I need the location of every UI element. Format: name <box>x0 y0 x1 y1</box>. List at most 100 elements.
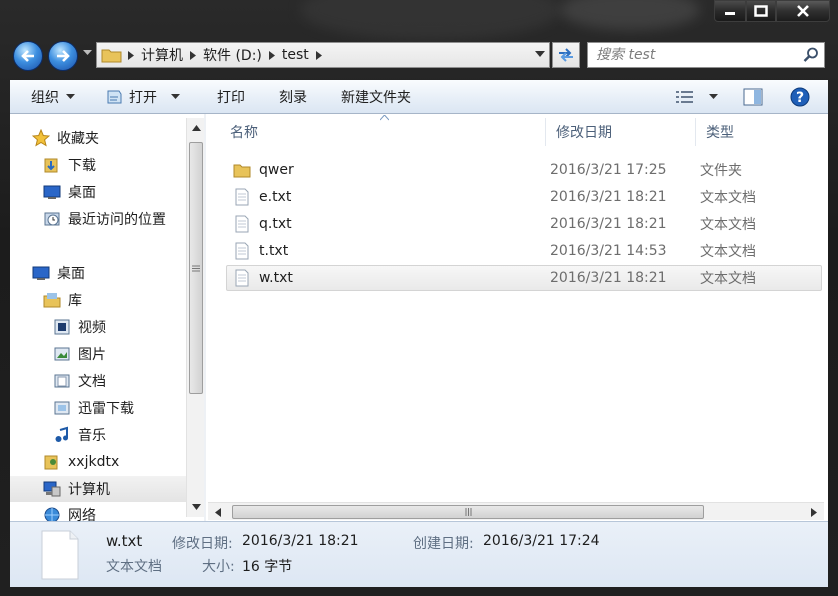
nav-thunder-downloads[interactable]: 迅雷下载 <box>53 395 134 421</box>
scroll-right-button[interactable] <box>806 504 822 520</box>
recent-places-icon <box>44 212 60 226</box>
user-folder-icon <box>44 455 58 470</box>
chevron-down-icon <box>709 93 718 99</box>
minimize-button[interactable] <box>714 0 746 22</box>
scroll-thumb[interactable] <box>232 505 704 519</box>
chevron-up-icon <box>191 125 201 131</box>
modified-date-label: 修改日期: <box>172 536 233 552</box>
history-dropdown-icon[interactable] <box>83 50 92 56</box>
nav-desktop[interactable]: 桌面 <box>32 260 85 286</box>
file-list-horizontal-scrollbar[interactable] <box>208 502 824 520</box>
file-row-q-txt[interactable]: q.txt 2016/3/21 18:21 文本文档 <box>226 211 822 237</box>
desktop-icon <box>43 185 61 199</box>
nav-computer[interactable]: 计算机 <box>10 476 186 502</box>
burn-button[interactable]: 刻录 <box>279 80 307 113</box>
desktop-icon <box>32 266 50 280</box>
chevron-right-icon <box>128 50 134 60</box>
search-input[interactable] <box>596 47 796 63</box>
file-list: 名称 修改日期 类型 qwer 2016/3/21 17:25 文件夹 e.tx… <box>206 114 828 521</box>
preview-pane-icon <box>743 88 763 105</box>
nav-desktop-favorite[interactable]: 桌面 <box>43 179 96 205</box>
help-icon: ? <box>790 87 810 106</box>
nav-downloads[interactable]: 下载 <box>43 152 96 178</box>
scroll-left-button[interactable] <box>210 504 226 520</box>
size-value: 16 字节 <box>242 559 293 575</box>
svg-text:?: ? <box>796 90 804 106</box>
file-row-w-txt[interactable]: w.txt 2016/3/21 18:21 文本文档 <box>226 265 822 291</box>
grip-icon <box>192 265 200 271</box>
download-library-icon <box>54 401 70 415</box>
folder-icon <box>233 164 251 178</box>
column-name[interactable]: 名称 <box>206 115 546 146</box>
scroll-down-button[interactable] <box>188 499 204 515</box>
chevron-right-icon <box>811 507 817 517</box>
navigation-pane-scrollbar[interactable] <box>186 118 204 517</box>
search-box[interactable] <box>587 42 825 68</box>
maximize-button[interactable] <box>746 0 776 22</box>
column-type[interactable]: 类型 <box>696 118 816 146</box>
text-file-icon <box>41 530 79 580</box>
close-icon <box>797 5 809 17</box>
caption-buttons <box>714 0 830 26</box>
file-row-e-txt[interactable]: e.txt 2016/3/21 18:21 文本文档 <box>226 184 822 210</box>
nav-network[interactable]: 网络 <box>43 502 96 521</box>
nav-pictures[interactable]: 图片 <box>53 341 106 367</box>
scroll-up-button[interactable] <box>188 120 204 136</box>
chevron-down-icon <box>66 93 75 99</box>
address-bar[interactable]: 计算机 软件 (D:) test <box>96 42 550 68</box>
selected-file-type: 文本文档 <box>106 559 162 575</box>
view-options-button[interactable] <box>675 80 718 113</box>
command-toolbar: 组织 打开 打印 刻录 新建文件夹 ? <box>10 80 828 114</box>
modified-date-value: 2016/3/21 18:21 <box>242 533 359 549</box>
refresh-button[interactable] <box>552 42 580 68</box>
nav-videos[interactable]: 视频 <box>53 314 106 340</box>
created-date-value: 2016/3/21 17:24 <box>483 533 600 549</box>
close-button[interactable] <box>776 0 830 22</box>
grip-icon <box>465 508 471 516</box>
file-row-qwer[interactable]: qwer 2016/3/21 17:25 文件夹 <box>226 157 822 183</box>
arrow-left-icon <box>21 50 34 62</box>
address-dropdown-icon[interactable] <box>535 51 545 58</box>
arrow-right-icon <box>57 50 70 62</box>
nav-documents[interactable]: 文档 <box>53 368 106 394</box>
downloads-folder-icon <box>44 158 58 173</box>
text-file-icon <box>235 242 249 260</box>
chevron-left-icon <box>215 507 221 517</box>
sort-ascending-icon <box>380 115 389 121</box>
text-file-icon <box>235 188 249 206</box>
help-button[interactable]: ? <box>790 80 810 113</box>
open-button[interactable]: 打开 <box>105 80 180 113</box>
nav-recent-places[interactable]: 最近访问的位置 <box>43 206 166 232</box>
new-folder-button[interactable]: 新建文件夹 <box>341 80 411 113</box>
navigation-pane: 收藏夹 下载 桌面 最近访问的位置 桌面 库 视频 图片 文档 迅雷下载 音乐 … <box>10 114 186 521</box>
refresh-icon <box>559 48 573 62</box>
music-library-icon <box>55 426 68 442</box>
breadcrumb-drive[interactable]: 软件 (D:) <box>201 43 264 67</box>
nav-music[interactable]: 音乐 <box>53 422 106 448</box>
nav-libraries[interactable]: 库 <box>43 287 82 313</box>
chevron-right-icon <box>190 50 196 60</box>
search-icon[interactable] <box>803 47 819 63</box>
file-row-t-txt[interactable]: t.txt 2016/3/21 14:53 文本文档 <box>226 238 822 264</box>
nav-favorites[interactable]: 收藏夹 <box>32 125 99 151</box>
size-label: 大小: <box>202 559 235 575</box>
text-file-icon <box>235 269 249 287</box>
details-pane: w.txt 文本文档 修改日期: 2016/3/21 18:21 大小: 16 … <box>10 521 828 587</box>
list-view-icon <box>676 90 693 103</box>
print-button[interactable]: 打印 <box>217 80 245 113</box>
scroll-thumb[interactable] <box>189 142 203 394</box>
text-file-icon <box>235 215 249 233</box>
minimize-icon <box>725 12 735 15</box>
chevron-down-icon <box>171 93 180 99</box>
preview-pane-button[interactable] <box>743 80 763 113</box>
nav-user[interactable]: xxjkdtx <box>43 449 119 475</box>
forward-button[interactable] <box>48 41 78 71</box>
breadcrumb-computer[interactable]: 计算机 <box>139 43 185 67</box>
back-button[interactable] <box>13 41 43 71</box>
column-date-modified[interactable]: 修改日期 <box>546 118 696 146</box>
breadcrumb-test[interactable]: test <box>280 43 311 67</box>
column-header: 名称 修改日期 类型 <box>206 115 828 146</box>
network-icon <box>44 507 60 521</box>
picture-library-icon <box>54 347 70 361</box>
organize-button[interactable]: 组织 <box>31 80 75 113</box>
